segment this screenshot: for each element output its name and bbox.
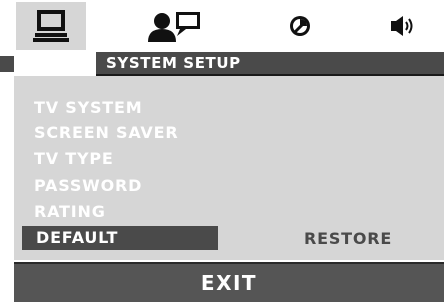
- tab-audio-setup[interactable]: [382, 2, 422, 50]
- speaker-icon: [391, 16, 413, 36]
- monitor-icon: [33, 10, 69, 42]
- user-speech-icon: [148, 12, 200, 42]
- page-title: SYSTEM SETUP: [106, 54, 241, 72]
- page-title-bar: SYSTEM SETUP: [96, 52, 444, 76]
- tab-system-setup[interactable]: [16, 2, 86, 50]
- menu-item-rating[interactable]: RATING: [32, 200, 106, 224]
- tab-language-setup[interactable]: [138, 2, 210, 50]
- exit-button[interactable]: EXIT: [14, 262, 444, 302]
- circle-slash-icon: [290, 16, 310, 36]
- header-accent: [0, 56, 14, 72]
- tab-video-setup[interactable]: [270, 2, 330, 50]
- menu-item-password[interactable]: PASSWORD: [32, 174, 142, 198]
- system-setup-osd: SYSTEM SETUP TV SYSTEM SCREEN SAVER TV T…: [0, 0, 444, 306]
- settings-panel: TV SYSTEM SCREEN SAVER TV TYPE PASSWORD …: [14, 76, 444, 260]
- menu-item-tv-system[interactable]: TV SYSTEM: [32, 96, 142, 120]
- exit-label: EXIT: [200, 271, 258, 295]
- menu-item-screen-saver[interactable]: SCREEN SAVER: [32, 121, 178, 145]
- menu-item-tv-type[interactable]: TV TYPE: [32, 147, 114, 171]
- restore-option[interactable]: RESTORE: [304, 229, 392, 248]
- menu-item-default[interactable]: DEFAULT: [22, 226, 218, 250]
